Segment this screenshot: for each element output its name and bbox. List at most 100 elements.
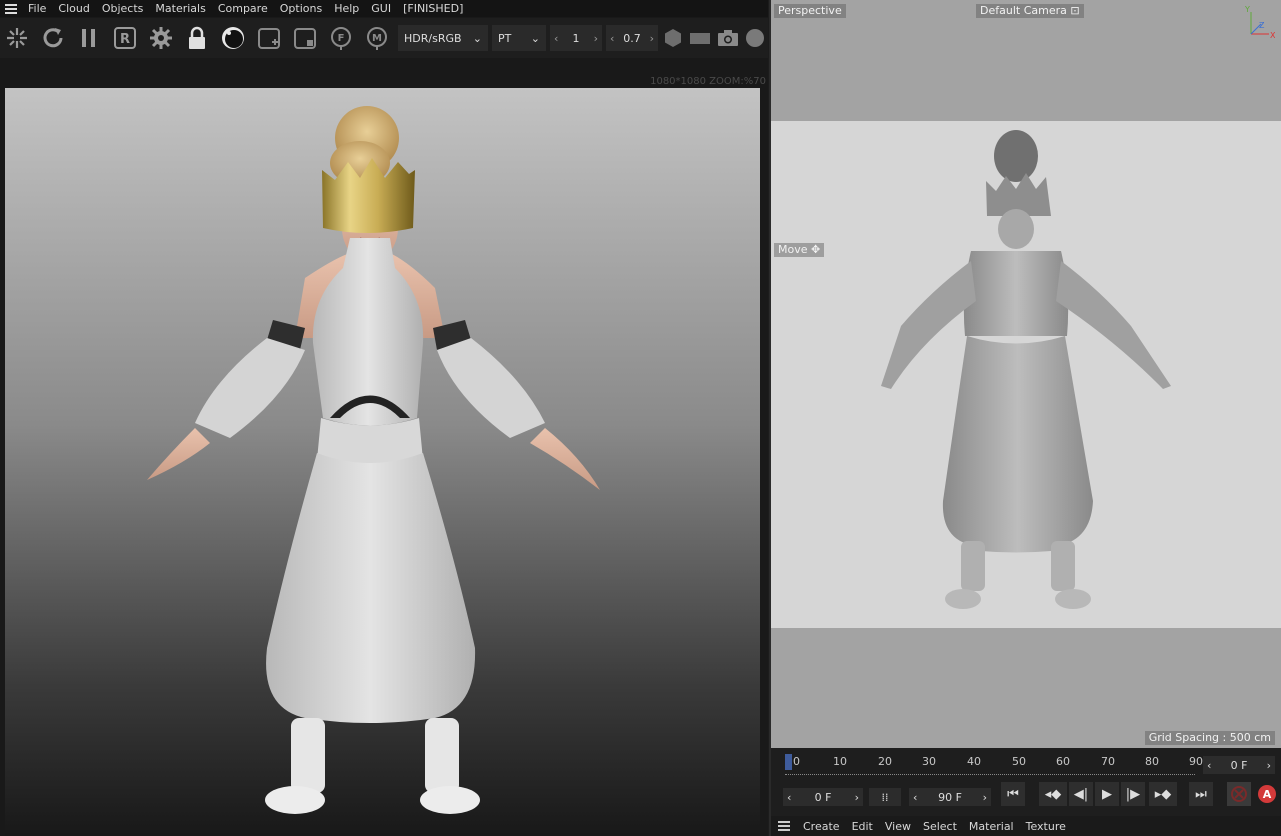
menu-file[interactable]: File [22,0,52,17]
timeline: 0 10 20 30 40 50 60 70 80 90 ‹ 0 F › ‹ 0… [769,748,1281,836]
gear-icon[interactable] [146,23,176,53]
stop-window-icon[interactable] [290,23,320,53]
color-space-value: HDR/sRGB [404,31,462,45]
render-view[interactable] [5,88,760,836]
menu-objects[interactable]: Objects [96,0,150,17]
go-to-end-button[interactable]: ⏭ [1189,782,1213,806]
kernel-select[interactable]: PT ⌄ [492,25,546,51]
range-slider-handle[interactable]: ⁞⁞ [869,788,901,806]
next-frame-button[interactable]: |▶ [1121,782,1145,806]
add-window-icon[interactable] [254,23,284,53]
chevron-right-icon[interactable]: › [855,791,859,804]
svg-text:M: M [372,33,382,44]
circle-icon[interactable] [744,23,766,53]
end-frame-field[interactable]: ‹ 90 F › [909,788,991,806]
rendered-character-image [147,106,600,814]
grid-spacing-label: Grid Spacing : 500 cm [1144,731,1275,745]
viewport-render-area [771,121,1281,628]
step-back-icon: ◀| [1073,786,1089,802]
next-key-button[interactable]: ▸◆ [1149,782,1177,806]
menu-compare[interactable]: Compare [212,0,274,17]
chevron-left-icon[interactable]: ‹ [1207,759,1211,772]
spinner-1-value: 1 [572,31,580,45]
refresh-icon[interactable] [38,23,68,53]
play-button[interactable]: ▶ [1095,782,1119,806]
chevron-left-icon[interactable]: ‹ [610,32,614,45]
tick-label: 60 [1056,755,1070,768]
viewport[interactable]: Perspective Default Camera ⊡ Y Z X Move … [769,0,1281,748]
chevron-left-icon[interactable]: ‹ [913,791,917,804]
render-region-icon[interactable] [2,23,32,53]
move-tool-label[interactable]: Move ✥ [774,243,825,257]
f-icon[interactable]: F [326,23,356,53]
menu-gui[interactable]: GUI [365,0,397,17]
start-frame-value: 0 F [814,790,832,804]
camera-icon[interactable] [716,23,740,53]
hexagon-icon[interactable] [662,23,684,53]
tick-label: 20 [878,755,892,768]
end-frame-value: 90 F [938,790,962,804]
render-toolbar: R F M HDR/sRGB ⌄ PT ⌄ ‹ 1 › ‹ 0.7 › [0,18,768,58]
tick-label: 30 [922,755,936,768]
menu-options[interactable]: Options [274,0,328,17]
svg-text:F: F [338,33,345,44]
hamburger-icon[interactable] [771,821,797,831]
chevron-down-icon: ⌄ [530,31,540,45]
tick-label: 0 [793,755,800,768]
chevron-right-icon[interactable]: › [594,32,598,45]
menu-material[interactable]: Material [963,818,1020,835]
axis-gizmo-icon: Y Z X [1244,5,1275,40]
grip-icon: ⁞⁞ [881,790,889,804]
chevron-left-icon[interactable]: ‹ [787,791,791,804]
menu-select[interactable]: Select [917,818,963,835]
m-icon[interactable]: M [362,23,392,53]
hamburger-icon[interactable] [0,0,22,17]
chevron-down-icon: ⌄ [472,31,482,45]
pause-icon[interactable] [74,23,104,53]
previous-key-button[interactable]: ◂◆ [1039,782,1067,806]
menu-view[interactable]: View [879,818,917,835]
chevron-right-icon[interactable]: › [650,32,654,45]
lock-icon[interactable] [182,23,212,53]
previous-frame-button[interactable]: ◀| [1069,782,1093,806]
tick-label: 90 [1189,755,1203,768]
tick-label: 50 [1012,755,1026,768]
playhead[interactable] [785,754,792,770]
prev-key-icon: ◂◆ [1044,786,1062,802]
current-frame-field[interactable]: ‹ 0 F › [1203,756,1275,774]
record-button[interactable] [1227,782,1251,806]
tick-label: 40 [967,755,981,768]
timeline-ruler[interactable]: 0 10 20 30 40 50 60 70 80 90 [785,752,1203,778]
chevron-right-icon[interactable]: › [1267,759,1271,772]
spinner-1[interactable]: ‹ 1 › [550,25,602,51]
menu-edit[interactable]: Edit [846,818,879,835]
menu-materials[interactable]: Materials [149,0,211,17]
render-resolution-info: 1080*1080 ZOOM:%70 [650,76,766,87]
menu-bar: File Cloud Objects Materials Compare Opt… [0,0,768,17]
go-to-start-button[interactable]: ⏮ [1001,782,1025,806]
kernel-value: PT [498,31,512,45]
menu-texture[interactable]: Texture [1020,818,1072,835]
step-forward-icon: |▶ [1125,786,1141,802]
menu-help[interactable]: Help [328,0,365,17]
menu-create[interactable]: Create [797,818,846,835]
color-space-select[interactable]: HDR/sRGB ⌄ [398,25,488,51]
sphere-icon[interactable] [218,23,248,53]
chevron-left-icon[interactable]: ‹ [554,32,558,45]
spinner-2[interactable]: ‹ 0.7 › [606,25,658,51]
start-frame-field[interactable]: ‹ 0 F › [783,788,863,806]
chevron-right-icon[interactable]: › [983,791,987,804]
axis-z-label: Z [1259,21,1265,30]
tick-label: 70 [1101,755,1115,768]
svg-text:R: R [120,32,130,47]
r-icon[interactable]: R [110,23,140,53]
viewport-character-model [881,130,1171,609]
camera-mode-label[interactable]: Perspective [774,4,846,18]
camera-select[interactable]: Default Camera ⊡ [976,4,1084,18]
autokey-icon: A [1258,785,1276,803]
menu-cloud[interactable]: Cloud [52,0,95,17]
current-frame-value: 0 F [1230,758,1248,772]
display-icon[interactable] [688,23,712,53]
tool-name: Move [778,243,808,256]
autokey-button[interactable]: A [1255,782,1279,806]
